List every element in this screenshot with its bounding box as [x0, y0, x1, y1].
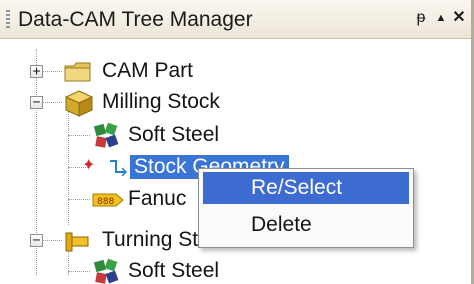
tree-line	[68, 271, 90, 272]
close-button[interactable]: ✕	[450, 8, 468, 28]
tree-item-label: Fanuc	[128, 187, 187, 210]
window-title: Data-CAM Tree Manager	[18, 8, 253, 31]
tree-line	[68, 111, 69, 225]
pin-button[interactable]: ᵽ	[412, 8, 430, 28]
tree-item-fanuc[interactable]: 888 Fanuc	[90, 183, 186, 215]
tree-line	[68, 135, 90, 136]
tree-line	[68, 199, 90, 200]
machine-icon: 888	[92, 193, 124, 207]
title-bar[interactable]: Data-CAM Tree Manager ᵽ ▲ ✕	[0, 0, 474, 39]
tree-manager-window: Data-CAM Tree Manager ᵽ ▲ ✕ + CAM Part −	[0, 0, 474, 284]
tree-item-label: Turning St	[102, 228, 199, 251]
menu-item-label: Delete	[251, 213, 312, 236]
menu-item-delete[interactable]: Delete	[203, 209, 409, 241]
svg-text:888: 888	[97, 197, 114, 207]
drag-grip-icon[interactable]	[6, 10, 10, 28]
tree-item-turning-stock[interactable]: Turning St	[62, 224, 198, 256]
marker-star-icon: ✦	[82, 157, 96, 174]
menu-item-label: Re/Select	[251, 176, 343, 199]
context-menu: Re/Select Delete	[198, 168, 414, 248]
collapse-toggle[interactable]: −	[30, 96, 43, 109]
stock-cube-icon	[64, 90, 94, 117]
tree-item-cam-part[interactable]: CAM Part	[62, 55, 193, 87]
menu-item-reselect[interactable]: Re/Select	[203, 172, 409, 204]
tree-item-label: Soft Steel	[128, 123, 220, 146]
geometry-icon	[110, 160, 128, 176]
material-icon	[93, 122, 119, 148]
material-icon	[93, 258, 119, 284]
expand-toggle[interactable]: +	[30, 65, 43, 78]
collapse-toggle[interactable]: −	[30, 234, 43, 247]
tree-item-label: CAM Part	[102, 59, 194, 82]
tree-item-soft-steel[interactable]: Soft Steel	[90, 119, 219, 151]
tree-item-soft-steel-2[interactable]: Soft Steel	[90, 255, 219, 284]
turning-stock-icon	[65, 232, 89, 252]
collapse-button[interactable]: ▲	[432, 8, 450, 28]
folder-icon	[64, 62, 91, 82]
tree-item-label: Soft Steel	[128, 259, 220, 282]
tree-item-milling-stock[interactable]: Milling Stock	[62, 86, 220, 118]
tree-item-label: Milling Stock	[102, 90, 220, 113]
